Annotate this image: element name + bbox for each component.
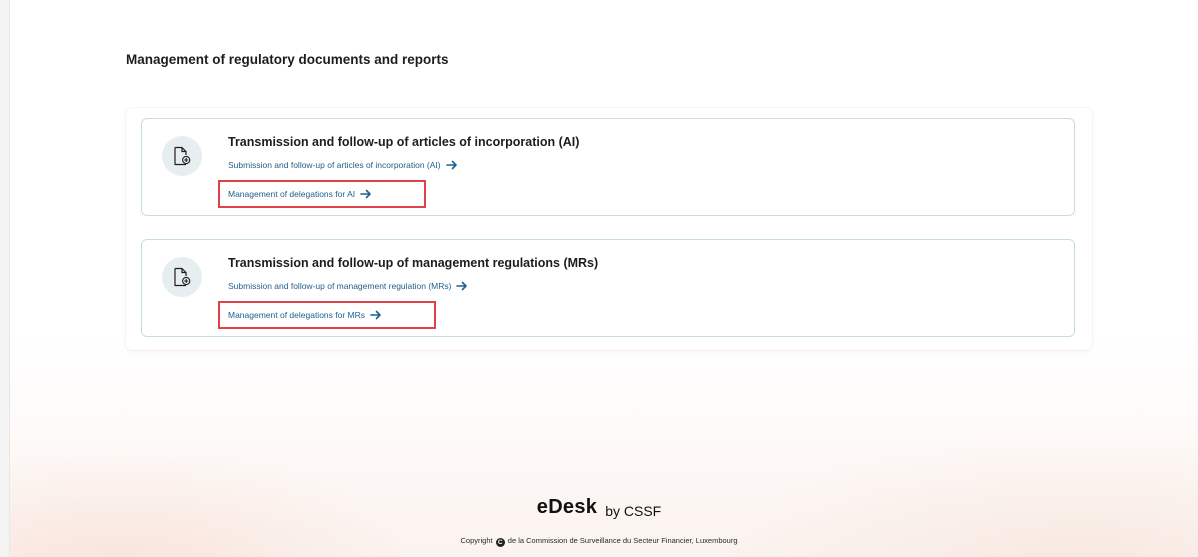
- copyright-prefix: Copyright: [460, 536, 493, 545]
- brand-suffix: by CSSF: [605, 503, 662, 519]
- copyright-text: de la Commission de Surveillance du Sect…: [507, 536, 738, 545]
- edesk-logo: eDesk by CSSF: [0, 496, 1198, 519]
- brand-name: eDesk: [536, 496, 598, 518]
- link-label: Management of delegations for MRs: [228, 310, 366, 320]
- document-add-icon: [162, 136, 202, 176]
- section-title: Management of regulatory documents and r…: [126, 52, 449, 67]
- link-label: Management of delegations for AI: [228, 189, 356, 199]
- submission-ai-link[interactable]: Submission and follow-up of articles of …: [228, 160, 458, 170]
- arrow-right-icon: [360, 189, 372, 199]
- card-articles-of-incorporation: Transmission and follow-up of articles o…: [141, 118, 1075, 216]
- arrow-right-icon: [370, 310, 382, 320]
- copyright-notice: Copyright C de la Commission de Surveill…: [0, 536, 1198, 547]
- submission-mrs-link[interactable]: Submission and follow-up of management r…: [228, 281, 468, 291]
- delegations-ai-link[interactable]: Management of delegations for AI: [228, 189, 372, 199]
- card-management-regulations: Transmission and follow-up of management…: [141, 239, 1075, 337]
- card-title: Transmission and follow-up of management…: [228, 256, 599, 270]
- delegations-mrs-link[interactable]: Management of delegations for MRs: [228, 310, 382, 320]
- left-edge-bar: [0, 0, 10, 557]
- card-title: Transmission and follow-up of articles o…: [228, 135, 580, 149]
- copyright-icon: C: [495, 538, 505, 547]
- arrow-right-icon: [456, 281, 468, 291]
- regulatory-documents-panel: Transmission and follow-up of articles o…: [126, 108, 1092, 350]
- link-label: Submission and follow-up of articles of …: [228, 160, 441, 170]
- arrow-right-icon: [445, 160, 458, 170]
- link-label: Submission and follow-up of management r…: [228, 281, 452, 291]
- document-add-icon: [162, 257, 202, 297]
